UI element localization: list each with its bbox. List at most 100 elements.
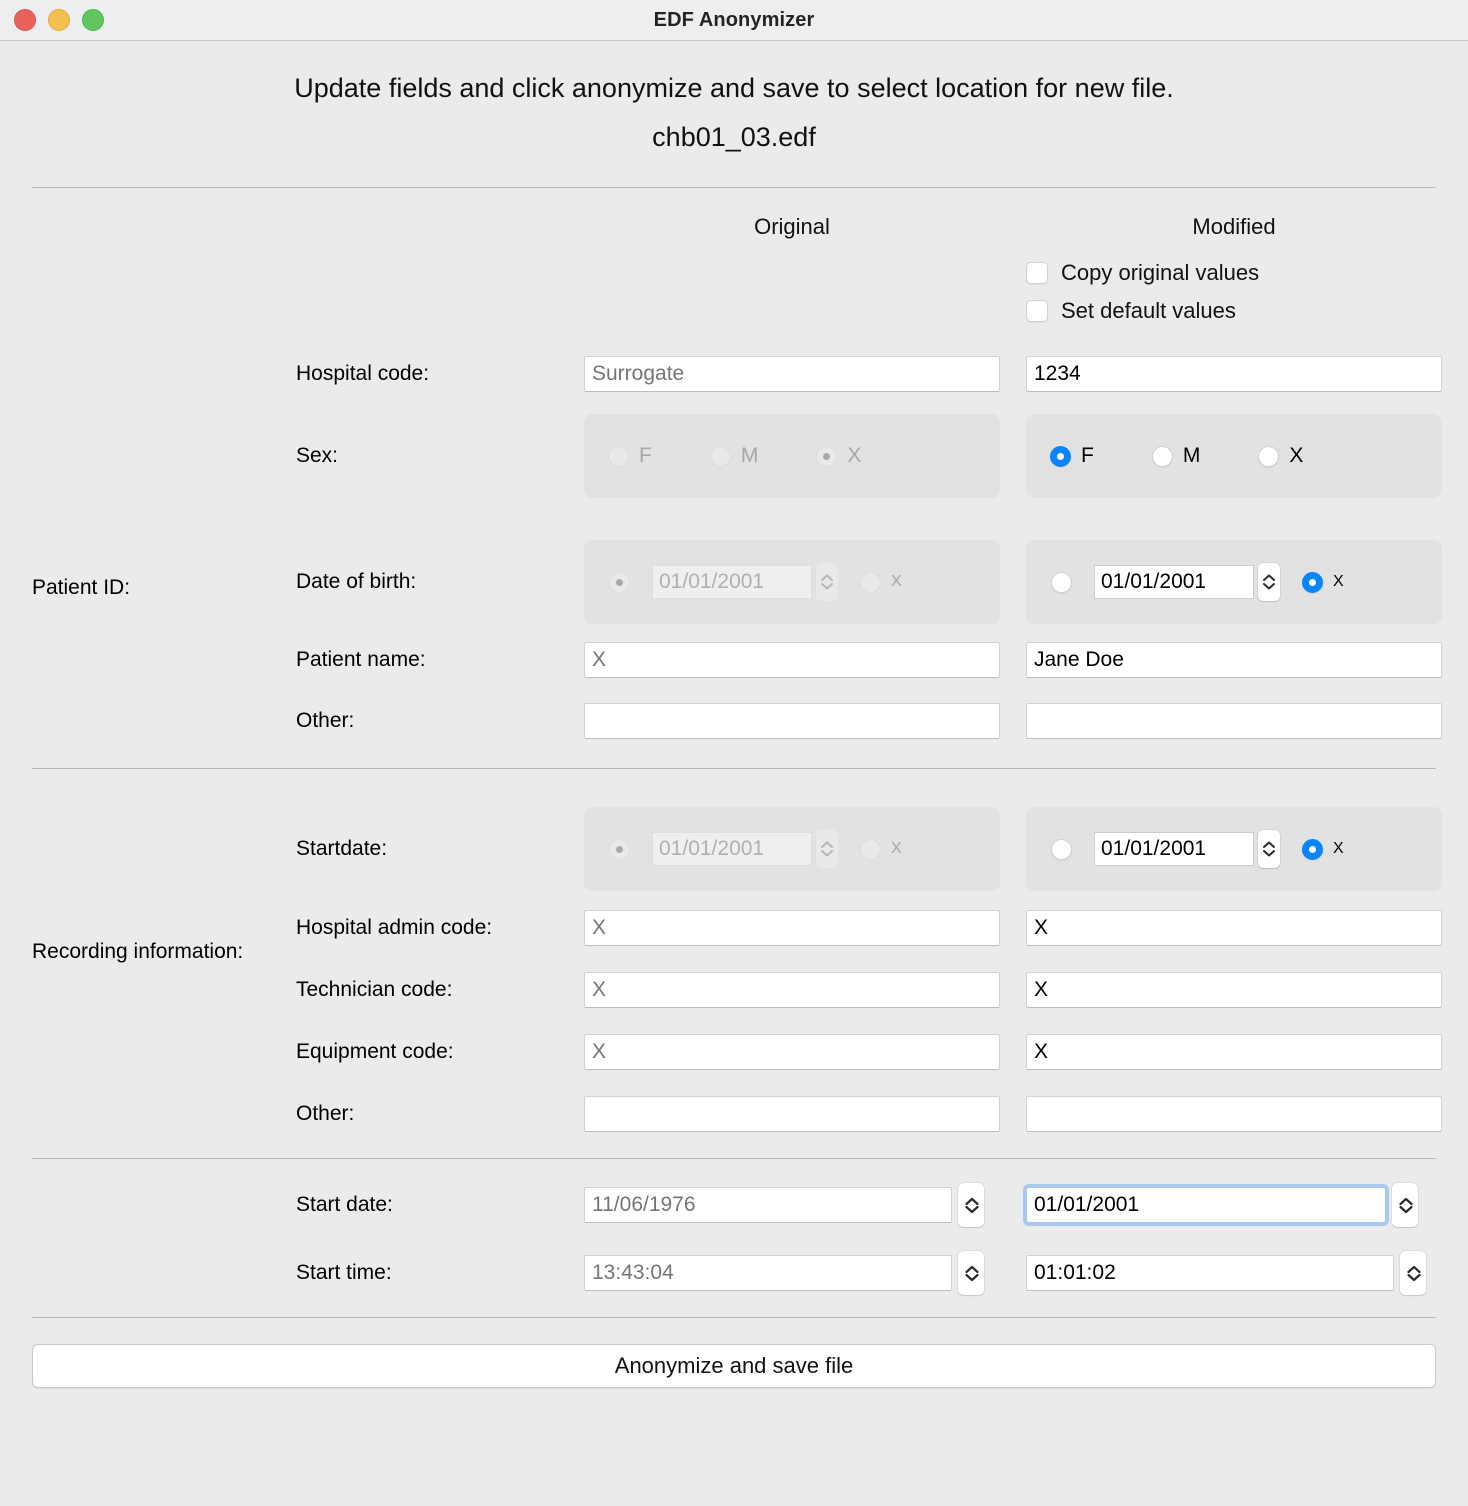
row-sex: Sex: F M X F bbox=[0, 414, 1468, 498]
sex-modified-option-m[interactable]: M bbox=[1152, 444, 1201, 468]
column-header-modified: Modified bbox=[1026, 214, 1442, 240]
dob-original-group: 01/01/2001 X bbox=[584, 540, 1000, 624]
sex-modified-option-f[interactable]: F bbox=[1050, 444, 1094, 468]
patient-name-original-input[interactable] bbox=[584, 642, 1000, 678]
set-default-values-checkbox[interactable]: Set default values bbox=[1026, 298, 1442, 324]
start-date-modified-stepper[interactable] bbox=[1392, 1183, 1418, 1227]
startdate-original-stepper-field: 01/01/2001 bbox=[652, 830, 838, 868]
start-datetime-section: Start date: Start time: bbox=[0, 1183, 1468, 1295]
technician-code-original-input[interactable] bbox=[584, 972, 1000, 1008]
hospital-admin-code-modified-input[interactable] bbox=[1026, 910, 1442, 946]
anonymize-and-save-button[interactable]: Anonymize and save file bbox=[32, 1344, 1436, 1388]
hospital-code-original-input[interactable] bbox=[584, 356, 1000, 392]
chevron-down-icon[interactable] bbox=[1407, 1273, 1419, 1281]
column-header-original: Original bbox=[584, 214, 1000, 240]
radio-icon[interactable] bbox=[1152, 446, 1173, 467]
chevron-up-icon[interactable] bbox=[1399, 1197, 1411, 1205]
dob-modified-stepper-field[interactable]: 01/01/2001 bbox=[1094, 563, 1280, 601]
start-time-original-input[interactable] bbox=[584, 1255, 952, 1291]
label-sex: Sex: bbox=[296, 444, 584, 468]
startdate-original-group: 01/01/2001 X bbox=[584, 807, 1000, 891]
chevron-up-icon[interactable] bbox=[1263, 841, 1275, 849]
startdate-original-value: 01/01/2001 bbox=[652, 832, 812, 866]
chevron-down-icon[interactable] bbox=[1263, 849, 1275, 857]
patient-id-group-label: Patient ID: bbox=[32, 576, 130, 600]
dob-modified-stepper[interactable] bbox=[1258, 563, 1280, 601]
row-startdate: Startdate: 01/01/2001 X 01/01/2001 bbox=[0, 807, 1468, 891]
chevron-up-icon[interactable] bbox=[965, 1265, 977, 1273]
radio-icon-selected[interactable] bbox=[1302, 572, 1323, 593]
copy-original-values-checkbox[interactable]: Copy original values bbox=[1026, 260, 1442, 286]
label-patient-name: Patient name: bbox=[296, 648, 584, 672]
copy-original-row: Copy original values bbox=[0, 260, 1468, 286]
patient-other-original-input[interactable] bbox=[584, 703, 1000, 739]
row-date-of-birth: Date of birth: 01/01/2001 X 01/01/ bbox=[0, 540, 1468, 624]
start-time-original-stepper[interactable] bbox=[958, 1251, 984, 1295]
radio-icon[interactable] bbox=[1258, 446, 1279, 467]
patient-name-modified-input[interactable] bbox=[1026, 642, 1442, 678]
chevron-down-icon[interactable] bbox=[1399, 1205, 1411, 1213]
divider-top bbox=[32, 187, 1436, 188]
start-time-modified-stepper[interactable] bbox=[1400, 1251, 1426, 1295]
label-recording-other: Other: bbox=[296, 1102, 584, 1126]
startdate-modified-stepper-field[interactable]: 01/01/2001 bbox=[1094, 830, 1280, 868]
row-hospital-code: Hospital code: bbox=[0, 356, 1468, 392]
dob-original-value: 01/01/2001 bbox=[652, 565, 812, 599]
page-heading: Update fields and click anonymize and sa… bbox=[0, 41, 1468, 151]
dob-modified-value[interactable]: 01/01/2001 bbox=[1094, 565, 1254, 599]
sex-modified-group: F M X bbox=[1026, 414, 1442, 498]
sex-original-option-f: F bbox=[608, 444, 652, 468]
startdate-original-stepper bbox=[816, 830, 838, 868]
divider-actions bbox=[32, 1317, 1436, 1318]
sex-original-label-f: F bbox=[639, 444, 652, 468]
checkbox-icon[interactable] bbox=[1026, 300, 1048, 322]
radio-icon[interactable] bbox=[1051, 839, 1072, 860]
label-start-date: Start date: bbox=[296, 1193, 584, 1217]
sex-modified-option-x[interactable]: X bbox=[1258, 444, 1303, 468]
startdate-modified-stepper[interactable] bbox=[1258, 830, 1280, 868]
hospital-code-modified-input[interactable] bbox=[1026, 356, 1442, 392]
radio-icon[interactable] bbox=[1051, 572, 1072, 593]
label-patient-other: Other: bbox=[296, 709, 584, 733]
equipment-code-modified-input[interactable] bbox=[1026, 1034, 1442, 1070]
dob-original-stepper-field: 01/01/2001 bbox=[652, 563, 838, 601]
recording-other-modified-input[interactable] bbox=[1026, 1096, 1442, 1132]
chevron-up-icon[interactable] bbox=[965, 1197, 977, 1205]
label-startdate: Startdate: bbox=[296, 837, 584, 861]
window-title: EDF Anonymizer bbox=[0, 9, 1468, 32]
radio-icon bbox=[710, 446, 731, 467]
chevron-up-icon[interactable] bbox=[1263, 574, 1275, 582]
chevron-down-icon bbox=[821, 582, 833, 590]
technician-code-modified-input[interactable] bbox=[1026, 972, 1442, 1008]
patient-other-modified-input[interactable] bbox=[1026, 703, 1442, 739]
radio-icon-selected bbox=[609, 572, 630, 593]
equipment-code-original-input[interactable] bbox=[584, 1034, 1000, 1070]
dob-modified-x-label: X bbox=[1333, 573, 1344, 591]
start-date-modified-input[interactable] bbox=[1026, 1187, 1386, 1223]
start-date-original-input[interactable] bbox=[584, 1187, 952, 1223]
dob-original-stepper bbox=[816, 563, 838, 601]
row-patient-other: Other: bbox=[0, 703, 1468, 739]
startdate-modified-x-label: X bbox=[1333, 840, 1344, 858]
chevron-up-icon[interactable] bbox=[1407, 1265, 1419, 1273]
radio-icon-selected[interactable] bbox=[1050, 446, 1071, 467]
label-hospital-code: Hospital code: bbox=[296, 362, 584, 386]
dob-modified-group: 01/01/2001 X bbox=[1026, 540, 1442, 624]
heading-filename: chb01_03.edf bbox=[0, 124, 1468, 151]
hospital-admin-code-original-input[interactable] bbox=[584, 910, 1000, 946]
radio-icon-selected[interactable] bbox=[1302, 839, 1323, 860]
row-recording-other: Other: bbox=[0, 1096, 1468, 1132]
start-date-original-stepper[interactable] bbox=[958, 1183, 984, 1227]
recording-other-original-input[interactable] bbox=[584, 1096, 1000, 1132]
sex-original-label-m: M bbox=[741, 444, 759, 468]
chevron-down-icon[interactable] bbox=[1263, 582, 1275, 590]
start-time-modified-input[interactable] bbox=[1026, 1255, 1394, 1291]
checkbox-icon[interactable] bbox=[1026, 262, 1048, 284]
sex-original-option-x: X bbox=[816, 444, 861, 468]
chevron-down-icon[interactable] bbox=[965, 1205, 977, 1213]
startdate-modified-value[interactable]: 01/01/2001 bbox=[1094, 832, 1254, 866]
row-equipment-code: Equipment code: bbox=[0, 1034, 1468, 1070]
chevron-down-icon[interactable] bbox=[965, 1273, 977, 1281]
copy-original-values-label: Copy original values bbox=[1061, 260, 1259, 286]
startdate-original-x-label: X bbox=[891, 840, 902, 858]
